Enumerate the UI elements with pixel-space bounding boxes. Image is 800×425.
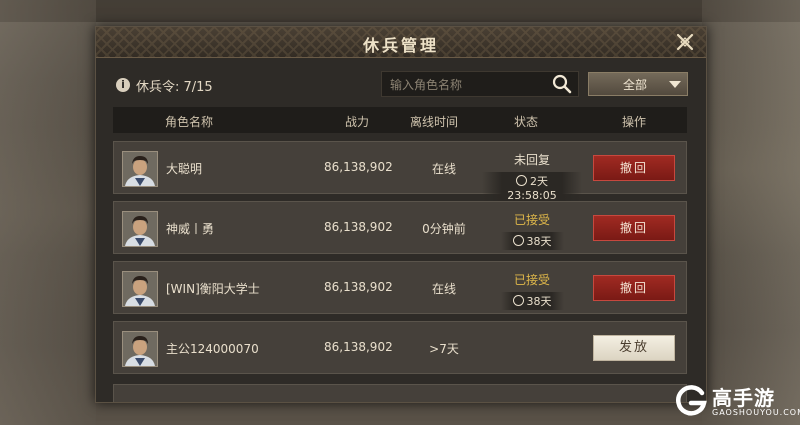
status-text: 已接受 xyxy=(513,273,550,287)
chevron-down-icon xyxy=(669,81,681,88)
player-power: 86,138,902 xyxy=(324,340,393,354)
filter-selected: 全部 xyxy=(623,78,648,92)
avatar xyxy=(122,151,158,187)
player-name: 大聪明 xyxy=(166,162,203,176)
player-name: [WIN]衡阳大学士 xyxy=(166,282,260,296)
background-left-blur xyxy=(0,0,96,425)
search-icon[interactable] xyxy=(552,74,572,94)
offline-time: 在线 xyxy=(431,162,456,176)
dialog-title-bar: 休兵管理 xyxy=(96,27,706,58)
info-icon[interactable]: i xyxy=(116,78,130,92)
gaoshouyou-logo-icon xyxy=(676,385,707,416)
player-power: 86,138,902 xyxy=(324,160,393,174)
clock-icon xyxy=(512,295,524,306)
offline-time: 在线 xyxy=(431,282,456,296)
clock-icon xyxy=(512,235,524,246)
recall-button[interactable]: 撤回 xyxy=(593,275,675,301)
status-timer: 38天 xyxy=(500,232,564,250)
offline-time: >7天 xyxy=(429,342,459,356)
player-name: 神威丨勇 xyxy=(166,222,215,236)
table-row: 神威丨勇 86,138,902 0分钟前 已接受 38天 撤回 xyxy=(113,201,687,254)
offline-time: 0分钟前 xyxy=(422,222,466,236)
close-x-icon[interactable] xyxy=(674,31,696,53)
rest-order-counter: i 休兵令: 7/15 xyxy=(116,75,213,95)
avatar xyxy=(122,331,158,367)
table-header: 角色名称 战力 离线时间 状态 操作 xyxy=(113,107,687,133)
status-text: 已接受 xyxy=(513,213,550,227)
recall-button[interactable]: 撤回 xyxy=(593,155,675,181)
search-box xyxy=(381,71,579,97)
status-cell: 已接受 38天 xyxy=(482,211,582,250)
header-power: 战力 xyxy=(345,115,370,129)
timer-value: 38天 xyxy=(526,295,552,308)
status-timer: 2天23:58:05 xyxy=(482,172,582,203)
watermark-brand: 高手游 xyxy=(712,386,775,410)
header-action: 操作 xyxy=(622,115,647,129)
status-timer: 38天 xyxy=(500,292,564,310)
table-row-partial xyxy=(113,384,687,402)
status-cell: 未回复 2天23:58:05 xyxy=(482,151,582,203)
header-status: 状态 xyxy=(514,115,539,129)
header-name: 角色名称 xyxy=(165,115,214,129)
player-power: 86,138,902 xyxy=(324,280,393,294)
background-top-band xyxy=(0,0,800,22)
clock-icon xyxy=(516,175,527,186)
timer-value: 38天 xyxy=(526,235,552,248)
filter-dropdown[interactable]: 全部 xyxy=(588,72,688,96)
header-offline: 离线时间 xyxy=(410,115,459,129)
status-text: 未回复 xyxy=(513,153,550,167)
table-row: [WIN]衡阳大学士 86,138,902 在线 已接受 38天 撤回 xyxy=(113,261,687,314)
watermark-domain: GAOSHOUYOU.COM xyxy=(712,408,800,417)
timer-value: 2天23:58:05 xyxy=(507,175,557,202)
dialog-title: 休兵管理 xyxy=(362,36,439,55)
recall-button[interactable]: 撤回 xyxy=(593,215,675,241)
troop-rest-dialog: 休兵管理 i 休兵令: 7/15 全部 角色名称 战力 离线时间 状态 操作 xyxy=(95,26,707,403)
avatar xyxy=(122,211,158,247)
table-row: 主公124000070 86,138,902 >7天 发放 xyxy=(113,321,687,374)
status-cell: 已接受 38天 xyxy=(482,271,582,310)
release-button[interactable]: 发放 xyxy=(593,335,675,361)
watermark: 高手游 GAOSHOUYOU.COM xyxy=(674,381,800,421)
table-row: 大聪明 86,138,902 在线 未回复 2天23:58:05 撤回 xyxy=(113,141,687,203)
background-right-blur xyxy=(702,0,800,425)
player-name: 主公124000070 xyxy=(166,342,259,356)
player-power: 86,138,902 xyxy=(324,220,393,234)
search-input[interactable] xyxy=(388,75,542,95)
rest-order-count: 休兵令: 7/15 xyxy=(136,79,213,95)
avatar xyxy=(122,271,158,307)
